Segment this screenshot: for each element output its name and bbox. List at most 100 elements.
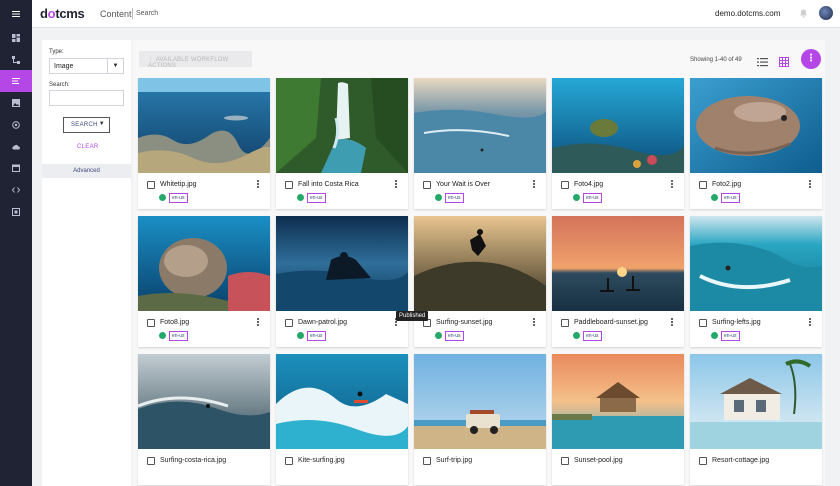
card-title[interactable]: Surfing-costa-rica.jpg [160,457,226,464]
content-card[interactable]: Surfing-lefts.jpg en-us [690,216,822,347]
card-title[interactable]: Dawn-patrol.jpg [298,319,347,326]
content-card[interactable]: Paddleboard-sunset.jpg en-us [552,216,684,347]
content-type-select[interactable]: Image ▼ [49,58,124,74]
content-card[interactable]: Surfing-sunset.jpg en-us [414,216,546,347]
content-card[interactable]: Resort-cottage.jpg [690,354,822,485]
card-title[interactable]: Foto2.jpg [712,181,741,188]
content-card[interactable]: Foto2.jpg en-us [690,78,822,209]
calendar-icon[interactable] [0,157,32,179]
thumbnail-image[interactable] [690,78,822,173]
select-checkbox[interactable] [285,457,293,465]
breadcrumb-content[interactable]: Content [100,9,132,19]
card-title[interactable]: Foto4.jpg [574,181,603,188]
menu-icon[interactable] [0,3,32,25]
thumbnail-image[interactable] [690,354,822,449]
select-checkbox[interactable] [147,457,155,465]
card-actions-menu[interactable] [395,180,398,189]
published-status-icon [573,194,580,201]
clear-button[interactable]: CLEAR [77,144,99,150]
list-view-icon[interactable] [757,54,768,67]
card-title[interactable]: Foto8.jpg [160,319,189,326]
card-title[interactable]: Resort-cottage.jpg [712,457,769,464]
image-icon[interactable] [0,92,32,114]
settings-icon[interactable] [0,201,32,223]
dashboard-icon[interactable] [0,27,32,49]
thumbnail-image[interactable] [276,78,408,173]
card-title[interactable]: Whitetip.jpg [160,181,197,188]
select-checkbox[interactable] [147,319,155,327]
cloud-icon[interactable] [0,136,32,158]
add-content-button[interactable]: ⋮ [801,49,821,69]
published-status-icon [435,194,442,201]
card-title[interactable]: Surf-trip.jpg [436,457,472,464]
card-actions-menu[interactable] [671,318,674,327]
select-checkbox[interactable] [423,457,431,465]
content-card[interactable]: Whitetip.jpg en-us [138,78,270,209]
thumbnail-image[interactable] [276,216,408,311]
search-input[interactable] [49,90,124,106]
card-actions-menu[interactable] [809,180,812,189]
thumbnail-image[interactable] [552,216,684,311]
card-title[interactable]: Sunset-pool.jpg [574,457,623,464]
thumbnail-image[interactable] [138,354,270,449]
advanced-toggle[interactable]: Advanced [42,164,131,178]
card-actions-menu[interactable] [257,318,260,327]
select-checkbox[interactable] [147,181,155,189]
select-checkbox[interactable] [285,181,293,189]
card-actions-menu[interactable] [533,318,536,327]
select-checkbox[interactable] [285,319,293,327]
content-icon[interactable] [0,70,32,92]
chevron-down-icon: ▼ [98,121,105,127]
content-card[interactable]: Sunset-pool.jpg [552,354,684,485]
select-checkbox[interactable] [561,181,569,189]
content-card[interactable]: Kite-surfing.jpg [276,354,408,485]
thumbnail-image[interactable] [138,78,270,173]
published-status-icon [573,332,580,339]
site-tree-icon[interactable] [0,49,32,71]
content-card[interactable]: Foto8.jpg en-us [138,216,270,347]
published-status-icon [297,194,304,201]
card-actions-menu[interactable] [809,318,812,327]
dev-tools-icon[interactable] [0,179,32,201]
content-card[interactable]: Your Wait is Over en-us [414,78,546,209]
select-checkbox[interactable] [699,457,707,465]
content-card[interactable]: Dawn-patrol.jpg en-us [276,216,408,347]
language-badge: en-us [583,193,602,203]
content-card[interactable]: Surf-trip.jpg [414,354,546,485]
card-title[interactable]: Surfing-sunset.jpg [436,319,492,326]
thumbnail-image[interactable] [552,78,684,173]
content-card[interactable]: Foto4.jpg en-us [552,78,684,209]
user-avatar[interactable] [818,5,834,21]
dotcms-logo[interactable]: dotcms [40,6,85,21]
select-checkbox[interactable] [699,181,707,189]
card-title[interactable]: Paddleboard-sunset.jpg [574,319,648,326]
workflow-actions-button[interactable]: ⋮ AVAILABLE WORKFLOW ACTIONS [139,51,252,69]
marketing-icon[interactable] [0,114,32,136]
select-checkbox[interactable] [423,181,431,189]
card-actions-menu[interactable] [671,180,674,189]
card-title[interactable]: Surfing-lefts.jpg [712,319,761,326]
card-title[interactable]: Your Wait is Over [436,181,490,188]
grid-view-icon[interactable] [779,54,789,67]
content-card[interactable]: Surfing-costa-rica.jpg [138,354,270,485]
content-card[interactable]: Fall into Costa Rica en-us [276,78,408,209]
status-tooltip: Published [396,311,429,321]
thumbnail-image[interactable] [414,354,546,449]
card-actions-menu[interactable] [533,180,536,189]
card-title[interactable]: Fall into Costa Rica [298,181,359,188]
thumbnail-image[interactable] [552,354,684,449]
search-button[interactable]: SEARCH ▼ [63,117,110,133]
thumbnail-image[interactable] [414,78,546,173]
thumbnail-image[interactable] [138,216,270,311]
thumbnail-image[interactable] [690,216,822,311]
select-checkbox[interactable] [699,319,707,327]
thumbnail-image[interactable] [276,354,408,449]
select-checkbox[interactable] [561,319,569,327]
site-selector[interactable]: demo.dotcms.com [715,9,780,18]
thumbnail-image[interactable] [414,216,546,311]
select-checkbox[interactable] [561,457,569,465]
notifications-bell-icon[interactable] [799,8,808,18]
card-title[interactable]: Kite-surfing.jpg [298,457,345,464]
results-count: Showing 1-40 of 49 [690,57,742,63]
card-actions-menu[interactable] [257,180,260,189]
